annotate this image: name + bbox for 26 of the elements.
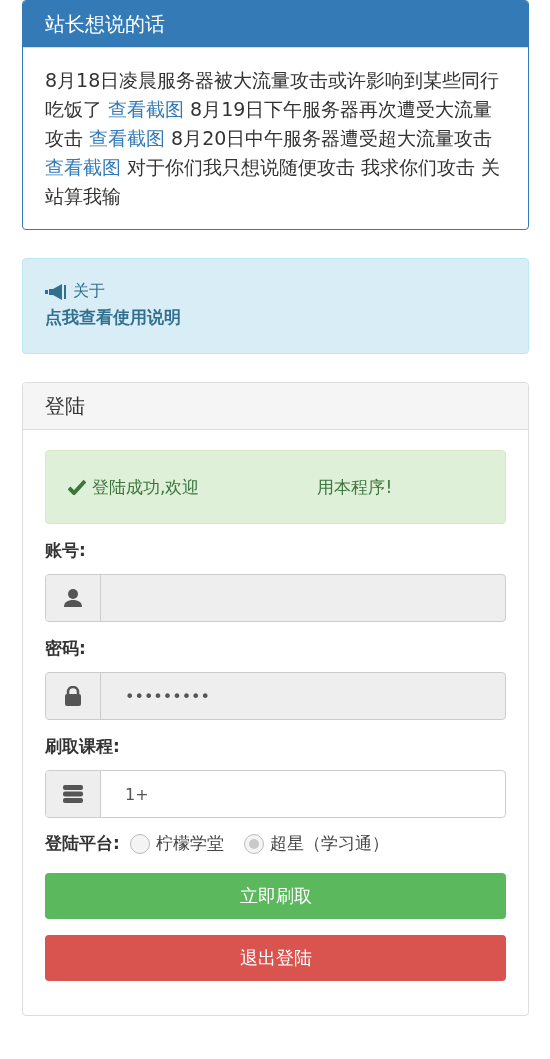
radio-button[interactable] — [129, 833, 150, 854]
panel-title: 登陆 — [23, 383, 528, 430]
input-field[interactable]: 1+ — [45, 770, 506, 818]
screenshot-link[interactable]: 查看截图 — [89, 127, 166, 149]
user-icon — [63, 588, 83, 608]
option-label[interactable]: 超星（学习通） — [269, 832, 389, 855]
instructions-link[interactable]: 点我查看使用说明 — [45, 306, 506, 329]
field-label: 刷取课程: — [45, 735, 121, 758]
megaphone-icon — [45, 283, 67, 300]
success-message: 登陆成功,欢迎 — [92, 475, 200, 499]
radio-button[interactable] — [243, 833, 264, 854]
server-icon — [63, 785, 83, 803]
option-label[interactable]: 柠檬学堂 — [155, 832, 224, 855]
logout-button[interactable]: 退出登陆 — [45, 935, 506, 981]
success-message: 用本程序! — [317, 475, 393, 499]
field-label: 密码: — [45, 637, 87, 660]
platform-label: 登陆平台: — [45, 832, 120, 855]
notice-text: 8月18日凌晨服务器被大流量攻击或许影响到某些同行吃饭了 查看截图 8月19日下午服务器再次遭受大流量攻击 查看截图 8月20日中午服务器遭受超大流量攻击 查看截图 对于你们我只想说随便攻击 我求你们攻击 关站算我输 — [45, 68, 502, 209]
screenshot-link[interactable]: 查看截图 — [108, 98, 185, 120]
about-label: 关于 — [73, 281, 105, 302]
lock-icon — [64, 686, 82, 706]
panel-title: 站长想说的话 — [23, 1, 528, 48]
start-button[interactable]: 立即刷取 — [45, 873, 506, 919]
field-label: 账号: — [45, 539, 87, 562]
check-icon — [68, 479, 86, 495]
screenshot-link[interactable]: 查看截图 — [45, 156, 121, 178]
